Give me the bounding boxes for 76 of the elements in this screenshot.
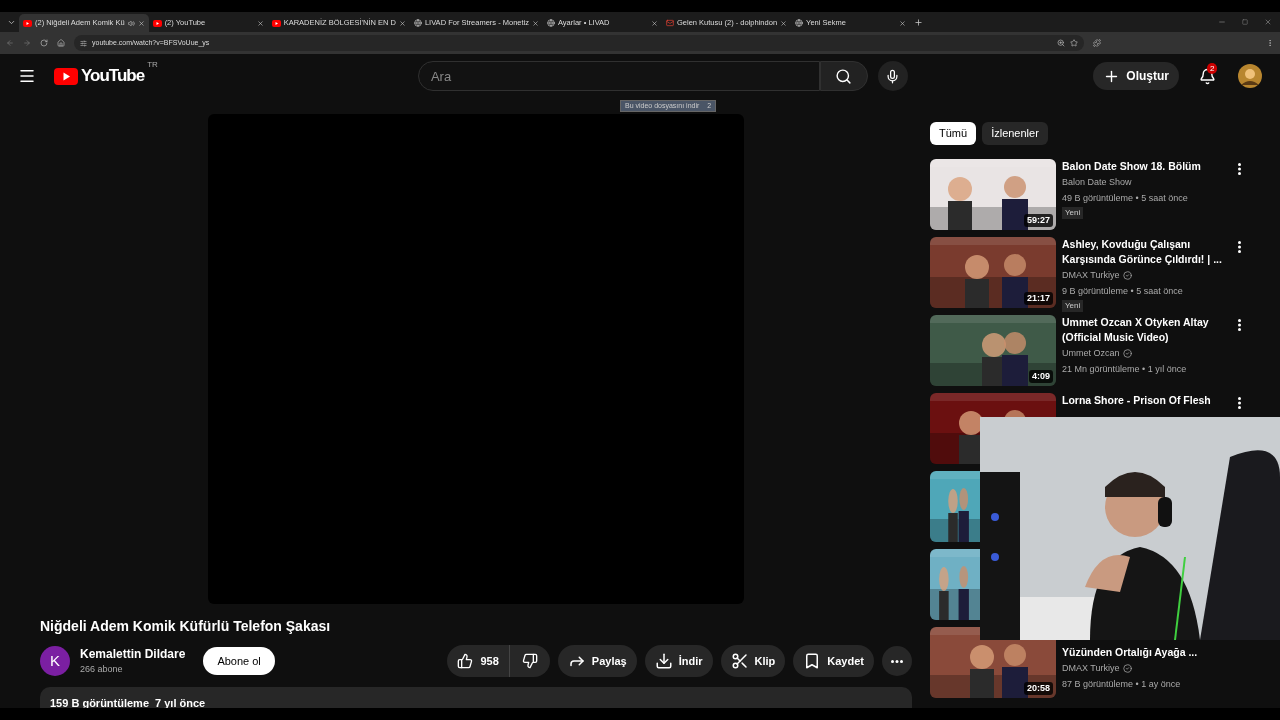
browser-menu-icon[interactable] <box>1266 39 1274 47</box>
video-title[interactable]: Lorna Shore - Prison Of Flesh <box>1062 393 1230 408</box>
close-tab-icon[interactable] <box>899 19 907 27</box>
region-label: TR <box>147 59 158 72</box>
video-meta: 87 B görüntüleme • 1 ay önce <box>1062 677 1182 691</box>
notifications-icon[interactable] <box>1199 67 1216 85</box>
bookmark-star-icon[interactable] <box>1070 39 1078 47</box>
close-tab-icon[interactable] <box>398 19 406 27</box>
globe-icon <box>413 19 422 27</box>
logo-text: YouTube <box>81 65 145 88</box>
video-meta: 21 Mn görüntüleme • 1 yıl önce <box>1062 362 1188 376</box>
globe-icon <box>795 19 804 27</box>
extensions-icon[interactable] <box>1093 39 1101 47</box>
scissors-icon <box>730 652 749 670</box>
more-icon <box>891 659 903 663</box>
video-meta: 9 B görüntüleme • 5 saat önce <box>1062 284 1184 298</box>
channel-name[interactable]: Kemalettin Dildare <box>80 645 186 664</box>
more-icon[interactable] <box>1238 319 1241 331</box>
speaker-icon[interactable] <box>127 19 135 27</box>
video-title[interactable]: Ummet Ozcan X Otyken Altay (Official Music Video) <box>1062 315 1230 345</box>
subscriber-count: 266 abone <box>80 663 124 677</box>
video-title[interactable]: Ashley, Kovduğu Çalışanı Karşısında Görünce Çıldırdı! | ... <box>1062 237 1230 267</box>
home-icon[interactable] <box>57 39 65 47</box>
video-title[interactable]: Yüzünden Ortalığı Ayağa ... <box>1062 645 1230 660</box>
search-icon <box>835 67 853 85</box>
reload-icon[interactable] <box>40 39 48 47</box>
new-badge: Yeni <box>1062 300 1084 312</box>
filter-chip[interactable]: Tümü <box>930 122 977 145</box>
microphone-icon <box>885 68 901 84</box>
video-meta: 49 B görüntüleme • 5 saat önce <box>1062 191 1189 205</box>
globe-icon <box>547 19 555 27</box>
new-tab-icon[interactable] <box>914 17 924 27</box>
site-settings-icon[interactable] <box>80 39 87 47</box>
action-button[interactable]: Klip <box>720 645 786 677</box>
notification-count: 2 <box>1207 62 1218 74</box>
video-title[interactable]: Balon Date Show 18. Bölüm <box>1062 159 1230 174</box>
menu-icon[interactable] <box>18 67 36 85</box>
channel-name[interactable]: DMAX Turkiye <box>1062 662 1120 676</box>
download-icon <box>654 652 673 670</box>
new-badge: Yeni <box>1062 207 1084 219</box>
thumbs-down-icon <box>521 653 538 669</box>
action-button[interactable]: İndir <box>644 645 713 677</box>
close-tab-icon[interactable] <box>256 19 264 27</box>
zoom-icon[interactable] <box>1057 39 1065 47</box>
more-icon[interactable] <box>1238 241 1241 253</box>
search-field[interactable]: Ara <box>417 61 820 91</box>
verified-icon <box>1122 349 1132 359</box>
action-button[interactable]: Paylaş <box>557 645 637 677</box>
play-logo-icon <box>271 19 281 27</box>
close-tab-icon[interactable] <box>780 19 788 27</box>
mail-icon <box>666 19 674 27</box>
channel-name[interactable]: Balon Date Show <box>1062 176 1132 190</box>
verified-icon <box>1122 271 1132 281</box>
more-icon[interactable] <box>1238 163 1241 175</box>
close-tab-icon[interactable] <box>137 19 145 27</box>
verified-icon <box>1122 664 1132 674</box>
play-logo-icon <box>54 67 78 85</box>
close-tab-icon[interactable] <box>532 19 539 27</box>
play-logo-icon <box>152 19 162 27</box>
channel-name[interactable]: Ummet Ozcan <box>1062 347 1120 361</box>
avatar-icon[interactable] <box>1238 64 1262 88</box>
thumbs-up-icon <box>457 653 474 669</box>
voice-search-button[interactable] <box>877 61 908 91</box>
more-actions-button[interactable] <box>882 646 912 676</box>
create-button[interactable]: Oluştur <box>1093 62 1179 90</box>
channel-avatar[interactable]: K <box>40 646 70 676</box>
close-tab-icon[interactable] <box>651 19 658 27</box>
video-title: Niğdeli Adem Komik Küfürlü Telefon Şakası <box>40 617 332 636</box>
search-button[interactable] <box>819 61 868 91</box>
play-logo-icon <box>23 19 32 27</box>
action-button[interactable]: Kaydet <box>793 645 874 677</box>
more-icon[interactable] <box>1238 397 1241 409</box>
close-window-icon[interactable] <box>1264 18 1272 26</box>
filter-chip[interactable]: İzlenenler <box>982 122 1048 145</box>
subscribe-button[interactable]: Abone ol <box>203 647 275 675</box>
channel-name[interactable]: DMAX Turkiye <box>1062 269 1120 283</box>
